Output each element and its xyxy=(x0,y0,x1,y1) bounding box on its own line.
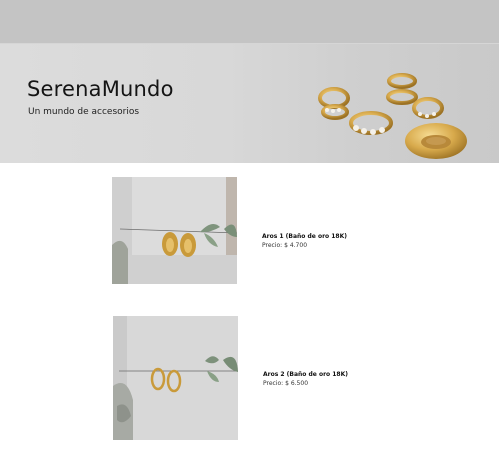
product-name[interactable]: Aros 1 (Baño de oro 18K) xyxy=(262,233,347,240)
product-price: Precio: $ 4.700 xyxy=(262,242,308,249)
brand-tagline: Un mundo de accesorios xyxy=(28,107,140,117)
hero-jewelry-image xyxy=(318,73,467,159)
product-card: Aros 1 (Baño de oro 18K) Precio: $ 4.700 xyxy=(0,177,499,297)
brand-title: SerenaMundo xyxy=(27,77,174,101)
hero-banner: SerenaMundo Un mundo de accesorios xyxy=(0,44,499,163)
product-image[interactable] xyxy=(112,177,237,284)
product-price: Precio: $ 6.500 xyxy=(263,380,309,387)
product-card: Aros 2 (Baño de oro 18K) Precio: $ 6.500 xyxy=(0,316,499,440)
product-name[interactable]: Aros 2 (Baño de oro 18K) xyxy=(263,371,348,378)
top-bar xyxy=(0,0,499,44)
product-image[interactable] xyxy=(113,316,238,440)
